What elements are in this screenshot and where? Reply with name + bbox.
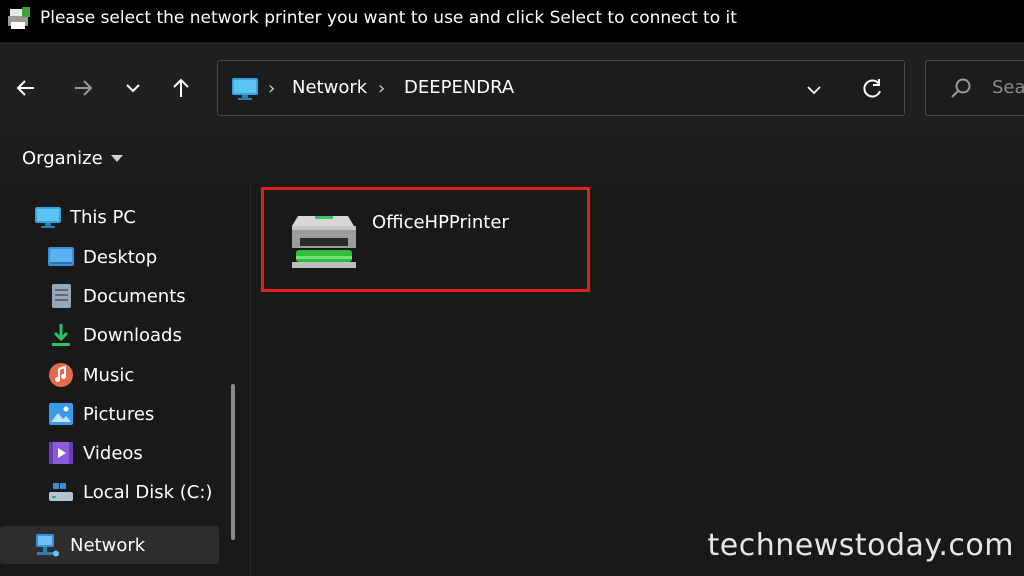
navigation-bar: › Network › DEEPENDRA Sear — [0, 42, 1024, 136]
local-disk-icon — [49, 483, 73, 501]
sidebar-item-label: Pictures — [83, 403, 155, 425]
caret-down-icon — [110, 155, 123, 162]
breadcrumb-deependra[interactable]: DEEPENDRA — [404, 77, 514, 98]
arrow-up-icon — [173, 78, 189, 97]
sidebar-item-label: Network — [70, 534, 146, 556]
printer-icon — [292, 216, 356, 268]
sidebar-scrollbar[interactable] — [231, 384, 235, 540]
sidebar-item-label: Videos — [83, 442, 143, 464]
sidebar-item-label: Documents — [83, 285, 186, 307]
dialog-title-bar: Please select the network printer you wa… — [0, 0, 1024, 42]
sidebar-item-label: Local Disk (C:) — [83, 481, 213, 503]
watermark: technewstoday.com — [707, 528, 1014, 563]
desktop-icon — [48, 247, 74, 266]
search-icon — [951, 78, 971, 98]
breadcrumb-separator: › — [268, 78, 276, 99]
search-input[interactable]: Sear — [925, 60, 1024, 116]
refresh-icon[interactable] — [858, 75, 886, 103]
up-button[interactable] — [163, 70, 199, 106]
address-history-chevron-down-icon[interactable] — [802, 77, 826, 101]
forward-button[interactable] — [65, 70, 101, 106]
arrow-left-icon — [16, 80, 34, 96]
sidebar-item-pictures[interactable]: Pictures — [47, 396, 154, 432]
chevron-down-icon — [126, 84, 140, 93]
videos-icon — [49, 442, 73, 464]
this-pc-icon — [232, 78, 258, 100]
sidebar-item-local-disk[interactable]: Local Disk (C:) — [47, 474, 212, 510]
back-button[interactable] — [8, 70, 44, 106]
sidebar-item-documents[interactable]: Documents — [47, 278, 186, 314]
navigation-pane: This PC Desktop Documents Downloads Musi… — [0, 184, 250, 576]
sidebar-item-music[interactable]: Music — [47, 357, 134, 393]
sidebar-item-videos[interactable]: Videos — [47, 435, 143, 471]
pictures-icon — [49, 403, 73, 425]
downloads-icon — [52, 324, 70, 346]
organize-button[interactable]: Organize — [22, 148, 123, 169]
breadcrumb-separator: › — [378, 78, 386, 99]
sidebar-item-desktop[interactable]: Desktop — [47, 239, 157, 275]
this-pc-icon — [35, 207, 61, 228]
sidebar-item-network[interactable]: Network — [0, 526, 219, 564]
printer-dialog-icon — [8, 7, 30, 29]
sidebar-item-label: Desktop — [83, 246, 158, 268]
dialog-title: Please select the network printer you wa… — [40, 8, 737, 28]
printer-label: OfficeHPPrinter — [372, 212, 509, 233]
sidebar-item-this-pc[interactable]: This PC — [34, 199, 136, 235]
command-bar: Organize — [0, 136, 1024, 184]
documents-icon — [52, 284, 71, 308]
search-placeholder: Sear — [992, 77, 1024, 98]
sidebar-item-label: Music — [83, 364, 135, 386]
address-bar[interactable]: › Network › DEEPENDRA — [217, 60, 905, 116]
organize-label: Organize — [22, 148, 103, 169]
breadcrumb-network[interactable]: Network — [292, 77, 367, 98]
sidebar-item-downloads[interactable]: Downloads — [47, 317, 182, 353]
sidebar-item-label: Downloads — [83, 324, 182, 346]
recent-locations-button[interactable] — [115, 70, 151, 106]
music-icon — [49, 363, 73, 387]
network-icon — [36, 534, 59, 557]
sidebar-item-label: This PC — [70, 206, 136, 228]
arrow-right-icon — [75, 80, 93, 96]
content-pane: OfficeHPPrinter — [251, 184, 1024, 576]
printer-item-officehpprinter[interactable]: OfficeHPPrinter — [261, 187, 590, 292]
